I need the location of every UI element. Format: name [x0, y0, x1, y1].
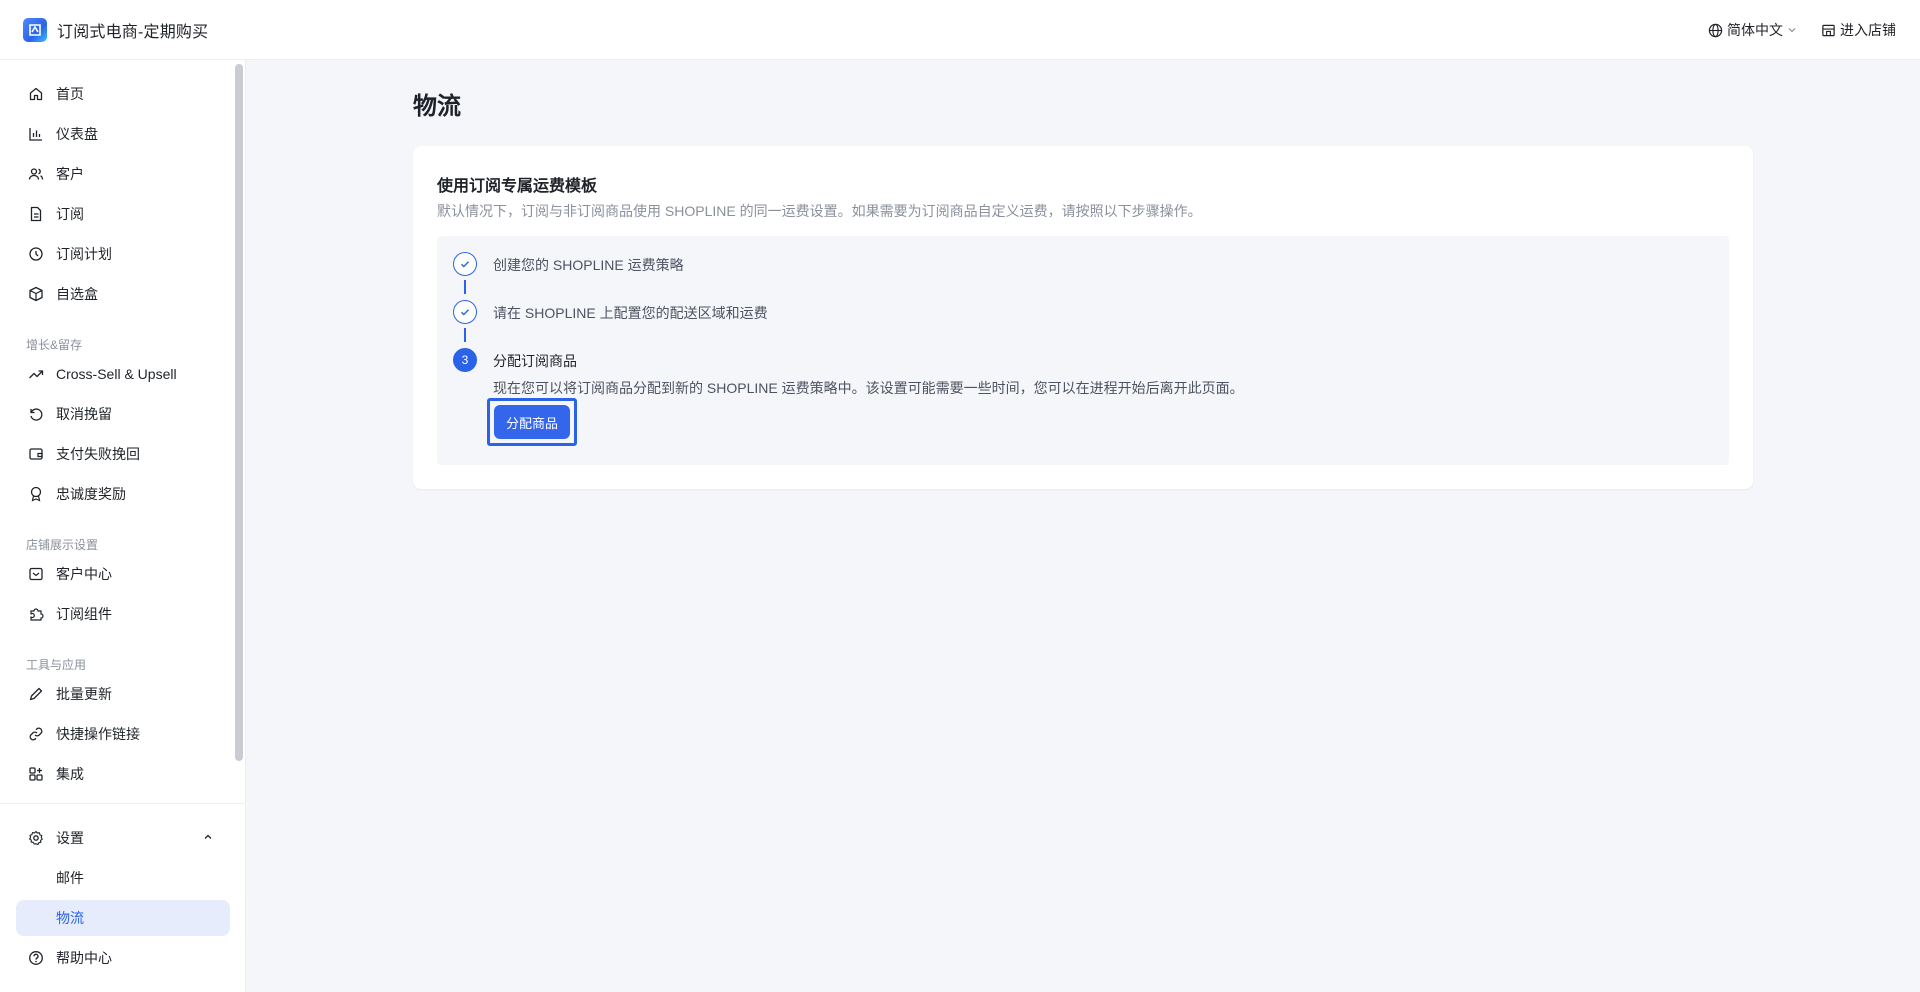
sidebar-divider [0, 803, 246, 804]
sidebar: 首页 仪表盘 客户 订阅 订阅计划 自选盒 增长&留存 Cross-Sell &… [0, 60, 246, 992]
sidebar-item-label: 物流 [56, 910, 84, 926]
enter-store-link[interactable]: 进入店铺 [1821, 20, 1896, 40]
sidebar-item-cross-sell[interactable]: Cross-Sell & Upsell [16, 356, 230, 392]
link-icon [28, 726, 44, 742]
inbox-icon [28, 566, 44, 582]
sidebar-item-email[interactable]: 邮件 [16, 860, 230, 896]
sidebar-item-label: 取消挽留 [56, 406, 112, 422]
trend-up-icon [28, 366, 44, 382]
page-title: 物流 [413, 93, 461, 120]
sidebar-item-label: 邮件 [56, 870, 84, 886]
wallet-icon [28, 446, 44, 462]
document-icon [28, 206, 44, 222]
sidebar-item-label: 订阅 [56, 206, 84, 222]
step-1-text: 创建您的 SHOPLINE 运费策略 [493, 257, 684, 273]
app-logo-icon [23, 17, 47, 42]
step-3-detail: 现在您可以将订阅商品分配到新的 SHOPLINE 运费策略中。该设置可能需要一些… [493, 380, 1244, 396]
app-title: 订阅式电商-定期购买 [57, 23, 209, 41]
sidebar-item-label: 订阅组件 [56, 606, 112, 622]
sidebar-item-loyalty-rewards[interactable]: 忠诚度奖励 [16, 476, 230, 512]
group-label-tools: 工具与应用 [26, 658, 87, 672]
sidebar-item-customers[interactable]: 客户 [16, 156, 230, 192]
undo-icon [28, 406, 44, 422]
sidebar-scrollbar[interactable] [235, 64, 243, 761]
step-2-check-icon [453, 300, 477, 324]
help-circle-icon [28, 950, 44, 966]
step-3-text: 分配订阅商品 [493, 353, 577, 369]
chevron-down-icon [1787, 25, 1797, 35]
sidebar-item-label: Cross-Sell & Upsell [56, 366, 177, 382]
sidebar-item-label: 自选盒 [56, 286, 98, 302]
step-3-number: 3 [453, 348, 477, 372]
sidebar-item-label: 支付失败挽回 [56, 446, 140, 462]
sidebar-item-home[interactable]: 首页 [16, 76, 230, 112]
top-bar: 订阅式电商-定期购买 简体中文 进入店铺 [0, 0, 1920, 60]
globe-icon [1708, 23, 1723, 38]
sidebar-item-settings[interactable]: 设置 [16, 820, 230, 856]
sidebar-item-payment-recovery[interactable]: 支付失败挽回 [16, 436, 230, 472]
sidebar-item-subscription-plans[interactable]: 订阅计划 [16, 236, 230, 272]
sidebar-item-label: 批量更新 [56, 686, 112, 702]
box-icon [28, 286, 44, 302]
steps-panel: 创建您的 SHOPLINE 运费策略 请在 SHOPLINE 上配置您的配送区域… [437, 236, 1729, 465]
home-icon [28, 86, 44, 102]
sidebar-item-label: 帮助中心 [56, 950, 112, 966]
gear-icon [28, 830, 44, 846]
chevron-up-icon [202, 830, 214, 846]
sidebar-item-label: 忠诚度奖励 [56, 486, 126, 502]
sidebar-item-customer-portal[interactable]: 客户中心 [16, 556, 230, 592]
sidebar-item-dashboard[interactable]: 仪表盘 [16, 116, 230, 152]
language-selector[interactable]: 简体中文 [1708, 20, 1797, 40]
bar-chart-icon [28, 126, 44, 142]
sidebar-item-label: 客户中心 [56, 566, 112, 582]
sidebar-item-cancellation-retention[interactable]: 取消挽留 [16, 396, 230, 432]
sidebar-item-subscription-widget[interactable]: 订阅组件 [16, 596, 230, 632]
sidebar-item-label: 仪表盘 [56, 126, 98, 142]
sidebar-item-label: 集成 [56, 766, 84, 782]
assign-products-focus-ring: 分配商品 [487, 398, 577, 446]
assign-products-button[interactable]: 分配商品 [494, 405, 570, 439]
sidebar-item-subscriptions[interactable]: 订阅 [16, 196, 230, 232]
step-connector [464, 328, 466, 342]
group-label-store-display: 店铺展示设置 [26, 538, 99, 552]
sidebar-item-quick-action-links[interactable]: 快捷操作链接 [16, 716, 230, 752]
users-icon [28, 166, 44, 182]
sidebar-item-label: 首页 [56, 86, 84, 102]
card-title: 使用订阅专属运费模板 [437, 178, 598, 195]
sidebar-item-label: 快捷操作链接 [56, 726, 140, 742]
sidebar-item-label: 客户 [56, 166, 84, 182]
step-1-check-icon [453, 252, 477, 276]
sidebar-scroll-area: 首页 仪表盘 客户 订阅 订阅计划 自选盒 增长&留存 Cross-Sell &… [0, 60, 230, 803]
sidebar-item-bulk-update[interactable]: 批量更新 [16, 676, 230, 712]
store-icon [1821, 23, 1836, 38]
sidebar-item-integrations[interactable]: 集成 [16, 756, 230, 792]
plan-icon [28, 246, 44, 262]
step-2-text: 请在 SHOPLINE 上配置您的配送区域和运费 [493, 305, 768, 321]
brand[interactable]: 订阅式电商-定期购买 [23, 17, 209, 42]
enter-store-label: 进入店铺 [1840, 22, 1896, 38]
apps-icon [28, 766, 44, 782]
group-label-growth: 增长&留存 [26, 338, 83, 352]
shipping-template-card: 使用订阅专属运费模板 默认情况下，订阅与非订阅商品使用 SHOPLINE 的同一… [413, 146, 1753, 489]
sidebar-item-logistics[interactable]: 物流 [16, 900, 230, 936]
sidebar-item-label: 设置 [56, 830, 84, 846]
step-connector [464, 280, 466, 294]
language-label: 简体中文 [1727, 22, 1783, 38]
puzzle-icon [28, 606, 44, 622]
sidebar-item-label: 订阅计划 [56, 246, 112, 262]
sidebar-item-build-a-box[interactable]: 自选盒 [16, 276, 230, 312]
sidebar-item-help-center[interactable]: 帮助中心 [16, 940, 230, 976]
pencil-icon [28, 686, 44, 702]
medal-icon [28, 486, 44, 502]
card-description: 默认情况下，订阅与非订阅商品使用 SHOPLINE 的同一运费设置。如果需要为订… [437, 203, 1202, 219]
